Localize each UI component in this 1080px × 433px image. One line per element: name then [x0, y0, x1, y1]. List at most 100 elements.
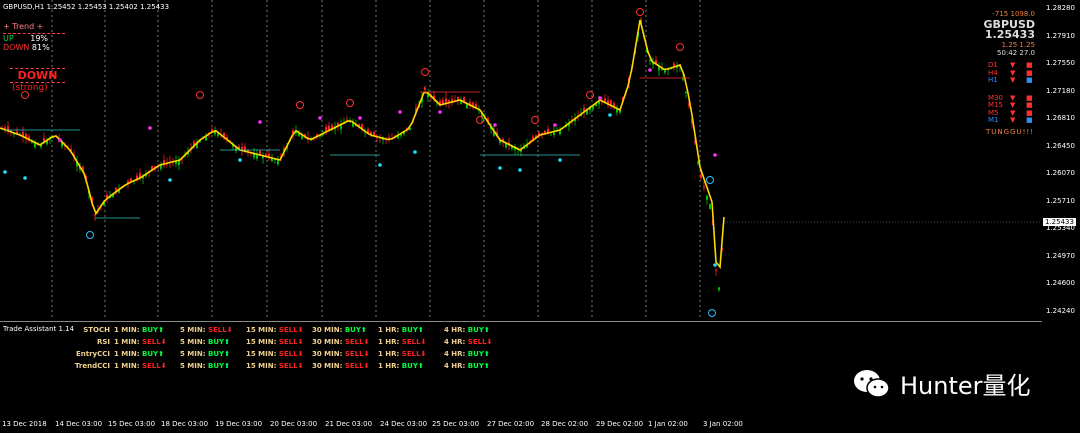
timeframe-label: 30 MIN: — [312, 338, 345, 346]
signal-cell: 5 MIN: BUY⬆ — [180, 338, 246, 346]
signal-dot — [713, 263, 717, 267]
signal-marker — [586, 91, 594, 99]
sell-signal: SELL⬇ — [344, 362, 370, 370]
assistant-row: RSI 1 MIN: SELL⬇ 5 MIN: BUY⬆ 15 MIN: SELL⬇ 3… — [68, 338, 510, 346]
signal-cell: 30 MIN: SELL⬇ — [312, 350, 378, 358]
strength-label: (strong) — [12, 83, 48, 93]
timeframe-label: 4 HR: — [444, 362, 468, 370]
symbol-stats-time: 50:42 27.0 — [975, 49, 1035, 57]
trend-up-row: UP 19% — [3, 33, 65, 43]
timeframe-label: 1 MIN: — [114, 350, 142, 358]
timeframe-label: 1 HR: — [378, 326, 402, 334]
buy-signal: BUY⬆ — [207, 338, 230, 346]
price-tick: 1.24970 — [1046, 251, 1075, 260]
watermark: Hunter量化 — [852, 366, 1031, 401]
assistant-row: STOCH 1 MIN: BUY⬆ 5 MIN: SELL⬇ 15 MIN: SELL… — [68, 326, 510, 334]
candlestick-chart[interactable] — [0, 0, 1042, 320]
signal-dot — [438, 110, 442, 114]
symbol-stats-top: -715 1098.0 — [975, 10, 1035, 18]
buy-signal: BUY⬆ — [344, 326, 367, 334]
signal-dot — [258, 120, 262, 124]
timeframe-label: 1 HR: — [378, 338, 402, 346]
signal-cell: 5 MIN: BUY⬆ — [180, 350, 246, 358]
price-tick: 1.26070 — [1046, 169, 1075, 177]
time-tick: 29 Dec 02:00 — [596, 420, 644, 428]
signal-dot — [493, 123, 497, 127]
symbol-stats-mid: 1.25 1.25 — [975, 41, 1035, 49]
stat-spread: -715 — [992, 10, 1009, 18]
signal-dot — [398, 110, 402, 114]
time-tick: 19 Dec 03:00 — [215, 420, 263, 428]
stat-range: 1098.0 — [1010, 10, 1036, 18]
timeframe-label: H1 — [988, 76, 998, 84]
price-tick: 1.24600 — [1046, 279, 1075, 287]
window-title: GBPUSD,H1 1.25452 1.25453 1.25402 1.2543… — [3, 3, 170, 11]
candle-body — [703, 186, 705, 188]
candle-body — [685, 92, 687, 93]
time-tick: 14 Dec 03:00 — [55, 420, 103, 428]
timeframe-label: 1 MIN: — [114, 362, 142, 370]
price-tick: 1.24240 — [1046, 306, 1075, 315]
price-plot[interactable] — [0, 0, 1042, 320]
sell-signal: SELL⬇ — [207, 326, 233, 334]
timeframe-label: 15 MIN: — [246, 338, 279, 346]
candle-body — [718, 287, 720, 291]
time-tick: 13 Dec 2018 — [2, 420, 47, 428]
signal-marker — [636, 8, 644, 16]
time-tick: 21 Dec 03:00 — [325, 420, 373, 428]
wechat-icon — [854, 369, 890, 398]
trend-down-row: DOWN 81% — [3, 43, 65, 52]
signal-dot — [553, 123, 557, 127]
signal-dot — [598, 96, 602, 100]
price-tick: 1.27910 — [1046, 31, 1075, 40]
time-tick: 20 Dec 03:00 — [270, 420, 318, 428]
price-tick: 1.27180 — [1046, 86, 1075, 95]
signal-dot — [713, 153, 717, 157]
timeframe-label: 15 MIN: — [246, 350, 279, 358]
sell-signal: SELL⬇ — [278, 362, 304, 370]
signal-dot — [58, 138, 62, 142]
timeframe-label: 4 HR: — [444, 326, 468, 334]
watermark-text: Hunter量化 — [900, 372, 1031, 400]
candle-body — [709, 204, 711, 209]
signal-dot — [378, 163, 382, 167]
moving-average-line — [0, 19, 725, 270]
assistant-row: TrendCCI 1 MIN: SELL⬇ 5 MIN: BUY⬆ 15 MIN: S… — [68, 362, 510, 370]
price-tick: 1.26810 — [1046, 114, 1075, 122]
timeframe-label: 5 MIN: — [180, 326, 208, 334]
candle-body — [706, 195, 708, 200]
status-square-icon: ■ — [1026, 76, 1033, 84]
chart-window[interactable]: GBPUSD,H1 1.25452 1.25453 1.25402 1.2543… — [0, 0, 1080, 433]
time-tick: 1 Jan 02:00 — [648, 420, 688, 428]
signal-dot — [608, 113, 612, 117]
signal-marker — [346, 99, 354, 107]
signal-marker — [86, 231, 94, 239]
timeframe-label: 4 HR: — [444, 338, 468, 346]
timeframe-label: 5 MIN: — [180, 350, 208, 358]
signal-cell: 1 MIN: SELL⬇ — [114, 338, 180, 346]
timeframe-label: 1 HR: — [378, 362, 402, 370]
signal-cell: 4 HR: BUY⬆ — [444, 362, 510, 370]
signal-dot — [3, 170, 7, 174]
time-tick: 15 Dec 03:00 — [108, 420, 156, 428]
buy-signal: BUY⬆ — [401, 326, 424, 334]
signal-cell: 1 HR: BUY⬆ — [378, 326, 444, 334]
timeframe-label: 30 MIN: — [312, 350, 345, 358]
timeframe-label: 1 MIN: — [114, 338, 142, 346]
signal-label: DOWN — [10, 68, 65, 83]
signal-cell: 15 MIN: SELL⬇ — [246, 338, 312, 346]
time-tick: 28 Dec 02:00 — [541, 420, 589, 428]
signal-dot — [318, 116, 322, 120]
up-label: UP — [3, 34, 14, 43]
timeframe-label: 1 MIN: — [114, 326, 142, 334]
signal-dot — [413, 150, 417, 154]
candle-body — [424, 87, 426, 90]
buy-signal: BUY⬆ — [207, 350, 230, 358]
signal-marker — [476, 116, 484, 124]
signal-cell: 1 HR: SELL⬇ — [378, 338, 444, 346]
down-label: DOWN — [3, 43, 30, 52]
up-value: 19% — [30, 34, 49, 43]
time-tick: 18 Dec 03:00 — [161, 420, 209, 428]
sell-signal: SELL⬇ — [401, 350, 427, 358]
timeframe-label: 30 MIN: — [312, 326, 345, 334]
